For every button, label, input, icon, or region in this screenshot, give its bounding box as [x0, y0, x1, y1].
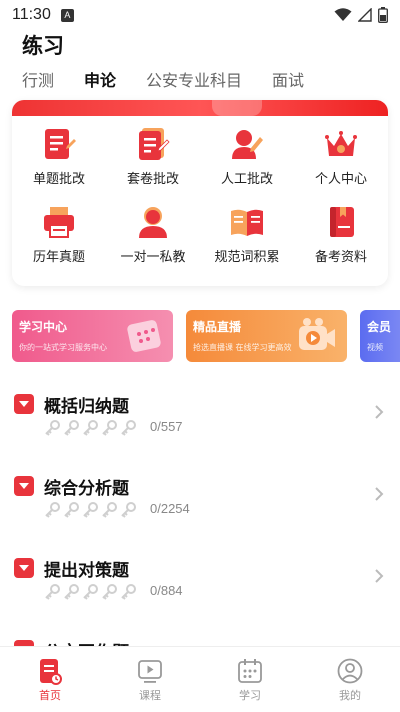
- user-icon: [337, 658, 363, 684]
- tab-shenlun[interactable]: 申论: [84, 66, 116, 100]
- key-icon: [102, 584, 117, 600]
- category-title: 概括归纳题: [44, 397, 129, 417]
- promo-subtitle: 你的一站式学习服务中心: [19, 343, 107, 352]
- battery-icon: [378, 7, 388, 23]
- home-doc-icon: [40, 659, 62, 685]
- notification-icon: A: [60, 8, 74, 22]
- calendar-illustration-icon: [127, 320, 161, 352]
- feature-grid: 单题批改 套卷批改 人工批改 个人中心 历年真题 一对一私教 规范词积累 备考资…: [12, 126, 388, 282]
- grid-item-tutor[interactable]: 一对一私教: [106, 204, 200, 282]
- video-play-icon: [138, 660, 162, 683]
- grid-item-label: 单题批改: [32, 172, 85, 187]
- status-bar: 11:30 A: [0, 0, 400, 30]
- manual-correction-icon: [232, 130, 263, 159]
- category-flag-icon: [14, 558, 34, 578]
- study-material-icon: [330, 207, 354, 237]
- key-icon: [83, 420, 98, 436]
- crown-icon: [325, 131, 357, 156]
- category-flag-icon: [14, 394, 34, 414]
- question-category-item[interactable]: 概括归纳题 0/557: [0, 380, 400, 462]
- category-progress: 0/2254: [150, 501, 190, 516]
- difficulty-keys: [44, 420, 136, 436]
- key-icon: [121, 420, 136, 436]
- grid-item-vocabulary[interactable]: 规范词积累: [200, 204, 294, 282]
- grid-item-label: 规范词积累: [214, 250, 280, 265]
- grid-item-manual-correction[interactable]: 人工批改: [200, 126, 294, 204]
- video-camera-icon: [299, 318, 335, 350]
- grid-item-label: 套卷批改: [126, 172, 179, 187]
- banner-strip[interactable]: [12, 100, 388, 116]
- single-correction-icon: [45, 129, 76, 159]
- category-flag-icon: [14, 476, 34, 496]
- category-progress: 0/557: [150, 419, 183, 434]
- grid-item-study-materials[interactable]: 备考资料: [294, 204, 388, 282]
- status-time: 11:30: [12, 6, 51, 23]
- nav-label: 课程: [139, 689, 161, 702]
- feature-grid-card: 单题批改 套卷批改 人工批改 个人中心 历年真题 一对一私教 规范词积累 备考资…: [12, 100, 388, 286]
- key-icon: [45, 584, 60, 600]
- grid-item-label: 一对一私教: [120, 250, 186, 265]
- tutor-icon: [139, 207, 167, 238]
- promo-title: 精品直播: [193, 320, 242, 334]
- category-progress: 0/884: [150, 583, 183, 598]
- paper-correction-icon: [139, 128, 170, 160]
- printer-icon: [44, 207, 74, 238]
- key-icon: [64, 502, 79, 518]
- page-title: 练习: [22, 34, 64, 58]
- nav-study[interactable]: 学习: [200, 647, 300, 712]
- promo-study-center[interactable]: 学习中心 你的一站式学习服务中心: [12, 310, 173, 362]
- nav-courses[interactable]: 课程: [100, 647, 200, 712]
- key-icon: [121, 584, 136, 600]
- difficulty-keys: [44, 502, 136, 518]
- wifi-icon: [334, 8, 352, 21]
- nav-home[interactable]: 首页: [0, 647, 100, 712]
- key-icon: [45, 502, 60, 518]
- signal-icon: [358, 8, 372, 22]
- promo-live-class[interactable]: 精品直播 抢选直播课 在线学习更高效: [186, 310, 347, 362]
- key-icon: [121, 502, 136, 518]
- key-icon: [83, 502, 98, 518]
- tab-interview[interactable]: 面试: [272, 66, 304, 100]
- promo-membership[interactable]: 会员 视频: [360, 310, 400, 362]
- category-title: 综合分析题: [44, 479, 129, 499]
- chevron-right-icon: [375, 405, 384, 419]
- grid-item-paper-correction[interactable]: 套卷批改: [106, 126, 200, 204]
- calendar-icon: [238, 659, 262, 683]
- grid-item-single-correction[interactable]: 单题批改: [12, 126, 106, 204]
- bottom-nav: 首页 课程 学习 我的: [0, 646, 400, 712]
- key-icon: [102, 420, 117, 436]
- promo-title: 学习中心: [19, 320, 68, 334]
- nav-profile[interactable]: 我的: [300, 647, 400, 712]
- nav-label: 我的: [339, 689, 361, 702]
- promo-subtitle: 抢选直播课 在线学习更高效: [193, 343, 292, 352]
- promo-row: 学习中心 你的一站式学习服务中心 精品直播 抢选直播课 在线学习更高效 会员 视…: [12, 310, 400, 364]
- tab-xingce[interactable]: 行测: [22, 66, 54, 100]
- grid-item-label: 历年真题: [32, 250, 85, 265]
- grid-item-label: 个人中心: [314, 172, 367, 187]
- open-book-icon: [231, 209, 263, 236]
- difficulty-keys: [44, 584, 136, 600]
- key-icon: [102, 502, 117, 518]
- category-title: 提出对策题: [44, 561, 129, 581]
- nav-label: 学习: [239, 689, 261, 702]
- key-icon: [83, 584, 98, 600]
- promo-subtitle: 视频: [367, 343, 383, 352]
- grid-item-past-exams[interactable]: 历年真题: [12, 204, 106, 282]
- grid-item-personal-center[interactable]: 个人中心: [294, 126, 388, 204]
- chevron-right-icon: [375, 569, 384, 583]
- tab-police-subjects[interactable]: 公安专业科目: [146, 66, 242, 100]
- key-icon: [64, 420, 79, 436]
- chevron-right-icon: [375, 487, 384, 501]
- subject-tabs: 行测 申论 公安专业科目 面试: [0, 66, 400, 100]
- grid-item-label: 人工批改: [220, 172, 273, 187]
- promo-title: 会员: [367, 320, 392, 334]
- key-icon: [64, 584, 79, 600]
- key-icon: [45, 420, 60, 436]
- question-category-item[interactable]: 提出对策题 0/884: [0, 544, 400, 626]
- grid-item-label: 备考资料: [314, 250, 367, 265]
- nav-label: 首页: [39, 689, 61, 702]
- question-category-item[interactable]: 综合分析题 0/2254: [0, 462, 400, 544]
